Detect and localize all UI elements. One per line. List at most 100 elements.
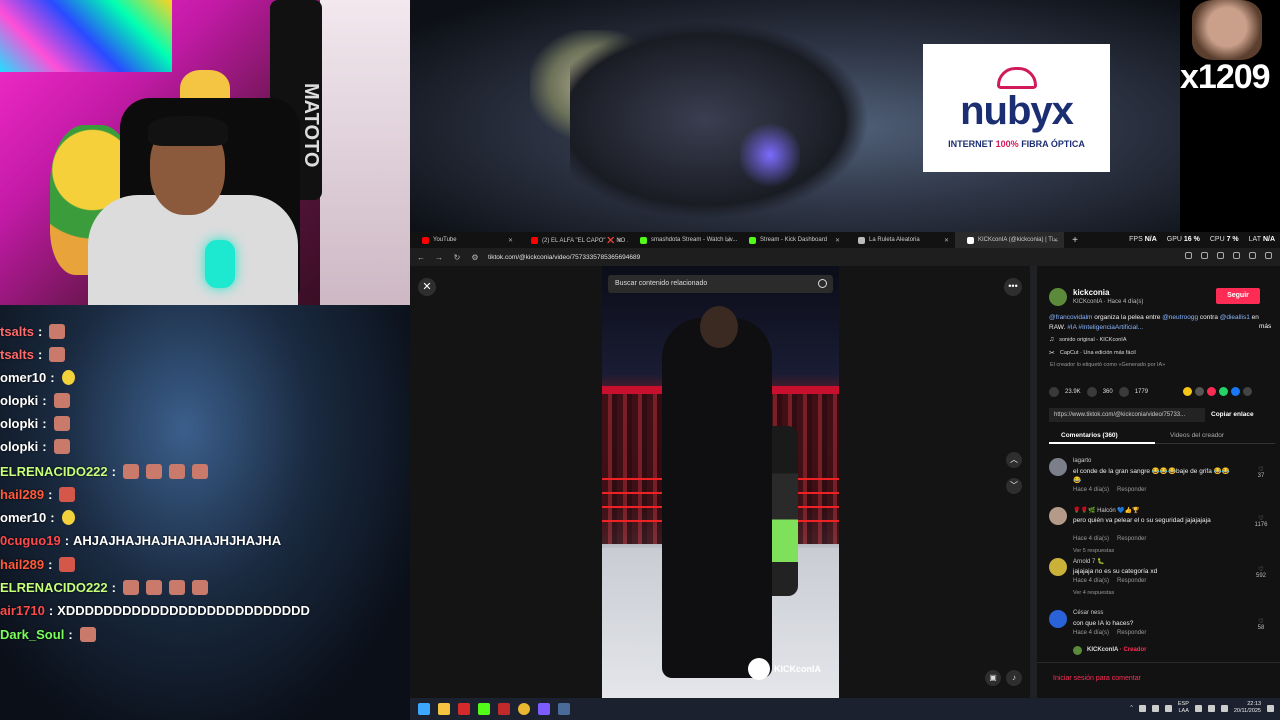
comment-like[interactable]: ♡ 1176 xyxy=(1253,515,1269,528)
reply-button[interactable]: Responder xyxy=(1117,536,1146,542)
chat-username[interactable]: 0cuguo19 xyxy=(0,533,61,548)
app-icon-red[interactable] xyxy=(458,703,470,715)
battery-icon[interactable] xyxy=(1220,704,1228,712)
speaker-icon[interactable] xyxy=(1207,704,1215,712)
facebook-icon[interactable] xyxy=(1231,387,1240,396)
heart-icon[interactable] xyxy=(1049,387,1059,397)
close-icon[interactable]: ✕ xyxy=(418,278,436,296)
forward-icon[interactable]: → xyxy=(434,253,444,262)
bookmark-save-icon[interactable] xyxy=(1118,387,1129,397)
url-text[interactable]: tiktok.com/@kickconia/video/757333578536… xyxy=(488,254,640,261)
tab-comments[interactable]: Comentarios (360) xyxy=(1061,432,1118,439)
notification-icon[interactable] xyxy=(1267,704,1274,712)
video-player[interactable]: Buscar contenido relacionado KICKconIA xyxy=(602,266,839,698)
comment-username[interactable]: lagarto xyxy=(1073,458,1091,464)
comment-username[interactable]: Arnold 7 🐛 xyxy=(1073,558,1105,565)
chevron-down-icon[interactable]: ﹀ xyxy=(1006,478,1022,494)
kick-icon[interactable] xyxy=(478,703,490,715)
browser-tab[interactable]: YouTube ✕ xyxy=(410,232,519,248)
comment-avatar[interactable] xyxy=(1049,610,1067,628)
comment-username[interactable]: César ness xyxy=(1073,610,1103,616)
tab-close-icon[interactable]: ✕ xyxy=(944,237,949,244)
comment-like[interactable]: ♡ 58 xyxy=(1253,618,1269,631)
extensions-icon[interactable] xyxy=(1233,252,1240,259)
discord-icon[interactable] xyxy=(538,703,550,715)
tab-close-icon[interactable]: ✕ xyxy=(617,237,622,244)
tab-creator-videos[interactable]: Videos del creador xyxy=(1170,432,1224,439)
heart-outline-icon[interactable]: ♡ xyxy=(1253,466,1269,473)
tray-app-icon[interactable] xyxy=(1164,704,1172,712)
chat-username[interactable]: omer10 xyxy=(0,510,46,525)
chat-username[interactable]: omer10 xyxy=(0,370,46,385)
reply-button[interactable]: Responder xyxy=(1117,578,1146,584)
pip-icon[interactable]: ▣ xyxy=(985,670,1001,686)
creator-name[interactable]: kickconia xyxy=(1073,288,1109,297)
chat-username[interactable]: olopki xyxy=(0,439,38,454)
chrome-icon[interactable] xyxy=(518,703,530,715)
app-icon-crimson[interactable] xyxy=(498,703,510,715)
reply-button[interactable]: Responder xyxy=(1117,487,1146,493)
view-replies-link[interactable]: Ver 5 respuestas xyxy=(1073,548,1114,554)
creator-reply-name[interactable]: KICKconIA · Creador xyxy=(1087,647,1146,653)
capcut-row[interactable]: ✂ CapCut · Una edición más fácil xyxy=(1049,349,1136,357)
browser-tab[interactable]: (2) EL ALFA "EL CAPO" ❌ NO ... ✕ xyxy=(519,232,628,248)
sound-row[interactable]: ♫ sonido original - KICKconIA xyxy=(1049,336,1127,343)
back-icon[interactable]: ← xyxy=(416,253,426,262)
new-tab-icon[interactable]: + xyxy=(1064,235,1086,246)
chat-username[interactable]: olopki xyxy=(0,416,38,431)
embed-icon[interactable] xyxy=(1195,387,1204,396)
reply-button[interactable]: Responder xyxy=(1117,630,1146,636)
share-arrow-icon[interactable] xyxy=(1243,387,1252,396)
follow-button[interactable]: Seguir xyxy=(1216,288,1260,304)
browser-tab[interactable]: La Ruleta Aleatoria ✕ xyxy=(846,232,955,248)
video-link-field[interactable]: https://www.tiktok.com/@kickconia/video/… xyxy=(1049,408,1205,422)
search-icon[interactable] xyxy=(818,279,827,288)
browser-tab[interactable]: KICKconIA (@kickconia) | Ti... ✕ xyxy=(955,232,1064,248)
tab-close-icon[interactable]: ✕ xyxy=(835,237,840,244)
tab-close-icon[interactable]: ✕ xyxy=(508,237,513,244)
chat-username[interactable]: air1710 xyxy=(0,603,45,618)
chat-username[interactable]: tsalts xyxy=(0,347,34,362)
tray-app-icon[interactable] xyxy=(1151,704,1159,712)
chat-username[interactable]: hail289 xyxy=(0,557,44,572)
more-options-icon[interactable]: ••• xyxy=(1004,278,1022,296)
comment-username[interactable]: 🌹🌹🌿 Halcón 💙👍🏆 xyxy=(1073,507,1140,514)
comment-avatar[interactable] xyxy=(1049,558,1067,576)
tray-app-icon[interactable] xyxy=(1138,704,1146,712)
send-icon[interactable] xyxy=(1207,387,1216,396)
clock[interactable]: 22:13 20/11/2025 xyxy=(1234,701,1261,715)
chevron-up-icon[interactable]: ︿ xyxy=(1006,452,1022,468)
comment-avatar[interactable] xyxy=(1049,507,1067,525)
chat-username[interactable]: hail289 xyxy=(0,487,44,502)
menu-icon[interactable] xyxy=(1265,252,1272,259)
browser-tab[interactable]: smashdota Stream - Watch Liv... ✕ xyxy=(628,232,737,248)
comment-like[interactable]: ♡ 592 xyxy=(1253,566,1269,579)
copy-link-button[interactable]: Copiar enlace xyxy=(1211,411,1254,418)
cast-icon[interactable] xyxy=(1185,252,1192,259)
tab-close-icon[interactable]: ✕ xyxy=(1053,237,1058,244)
creator-avatar[interactable] xyxy=(1049,288,1067,306)
more-link[interactable]: más xyxy=(1259,323,1271,330)
windows-start-icon[interactable] xyxy=(418,703,430,715)
tray-chevron-icon[interactable]: ^ xyxy=(1130,705,1133,711)
comment-like[interactable]: ♡ 37 xyxy=(1253,466,1269,479)
heart-outline-icon[interactable]: ♡ xyxy=(1253,515,1269,522)
chat-username[interactable]: ELRENACIDO222 xyxy=(0,464,108,479)
site-info-icon[interactable]: ⚙ xyxy=(470,253,480,262)
file-explorer-icon[interactable] xyxy=(438,703,450,715)
chat-username[interactable]: tsalts xyxy=(0,324,34,339)
view-replies-link[interactable]: Ver 4 respuestas xyxy=(1073,590,1114,596)
chat-username[interactable]: ELRENACIDO222 xyxy=(0,580,108,595)
volume-icon[interactable]: ♪ xyxy=(1006,670,1022,686)
wifi-icon[interactable] xyxy=(1194,704,1202,712)
whatsapp-icon[interactable] xyxy=(1219,387,1228,396)
related-search-input[interactable]: Buscar contenido relacionado xyxy=(608,275,833,293)
tab-search-icon[interactable] xyxy=(1201,252,1208,259)
chat-username[interactable]: Dark_Soul xyxy=(0,627,64,642)
comment-avatar[interactable] xyxy=(1049,458,1067,476)
coin-icon[interactable] xyxy=(1183,387,1192,396)
heart-outline-icon[interactable]: ♡ xyxy=(1253,618,1269,625)
browser-tab[interactable]: Stream - Kick Dashboard ✕ xyxy=(737,232,846,248)
login-to-comment-link[interactable]: Iniciar sesión para comentar xyxy=(1053,675,1141,682)
heart-outline-icon[interactable]: ♡ xyxy=(1253,566,1269,573)
